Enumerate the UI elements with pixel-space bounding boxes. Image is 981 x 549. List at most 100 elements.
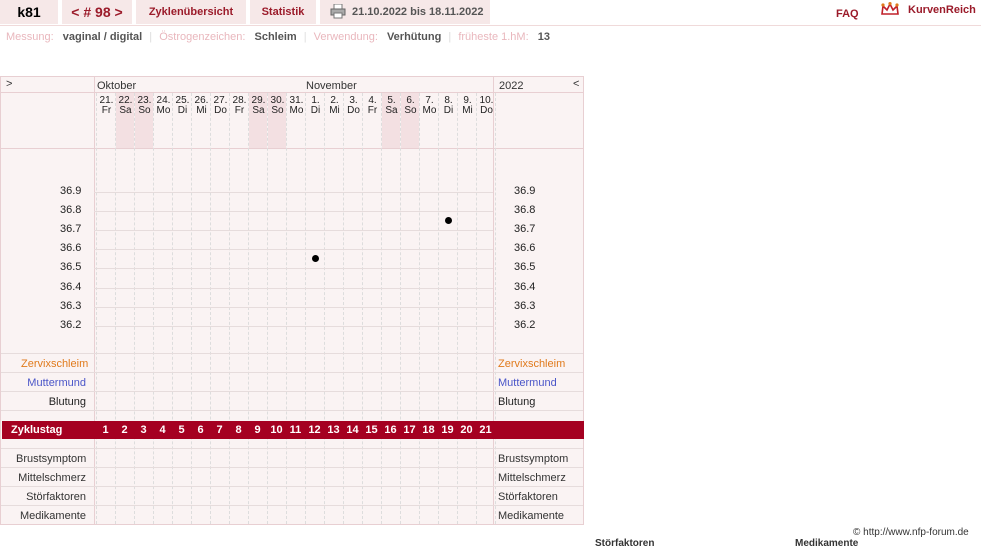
day-header[interactable]: 1. Di [306, 96, 325, 116]
left-panel-border [94, 77, 95, 524]
measurement-value: vaginal / digital [62, 31, 143, 43]
earliest-value: 13 [537, 31, 550, 43]
cycle-day-number: 9 [254, 424, 261, 436]
day-gridline [419, 93, 420, 524]
temperature-point[interactable] [445, 217, 452, 225]
measurement-label: Messung: [6, 31, 54, 43]
day-header[interactable]: 30. So [268, 96, 287, 116]
earliest-label: früheste 1.hM: [458, 31, 529, 43]
day-header[interactable]: 6. So [401, 96, 420, 116]
weekday: So [138, 105, 151, 116]
day-gridline [324, 93, 325, 524]
day-header[interactable]: 9. Mi [458, 96, 477, 116]
cycle-day-number: 16 [384, 424, 397, 436]
temp-gridline [94, 287, 493, 289]
estrogen-label: Östrogenzeichen: [159, 31, 246, 43]
cycle-day-number: 20 [460, 424, 473, 436]
weekday: Mo [289, 105, 304, 116]
temp-gridline [94, 249, 493, 251]
usage-value: Verhütung [386, 31, 442, 43]
day-gridline [286, 93, 287, 524]
weekday: Mi [329, 105, 340, 116]
day-gridline [343, 93, 344, 524]
divider: | [448, 31, 452, 43]
day-header[interactable]: 27. Do [211, 96, 230, 116]
cycle-day-number: 18 [422, 424, 435, 436]
nav-prev-button[interactable]: > [6, 78, 12, 90]
day-header[interactable]: 8. Di [439, 96, 458, 116]
divider: | [149, 31, 153, 43]
day-header[interactable]: 24. Mo [154, 96, 173, 116]
cycle-day-label: Zyklustag [11, 424, 63, 436]
cycle-day-number: 12 [308, 424, 321, 436]
day-header[interactable]: 5. Sa [382, 96, 401, 116]
day-header[interactable]: 31. Mo [287, 96, 306, 116]
temp-label-right: 36.7 [514, 223, 536, 236]
row-label-medication: Medikamente [19, 510, 86, 522]
temp-label: 36.7 [60, 223, 82, 236]
cycle-day-number: 10 [270, 424, 283, 436]
row-label-bleeding-right: Blutung [498, 396, 536, 408]
weekday: Sa [119, 105, 132, 116]
cycle-day-number: 1 [102, 424, 109, 436]
day-gridline [476, 93, 477, 524]
day-header[interactable]: 29. Sa [249, 96, 268, 116]
weekday: Do [347, 105, 360, 116]
temp-label: 36.3 [60, 299, 82, 312]
brand-logo[interactable]: KurvenReich [908, 4, 976, 16]
day-header[interactable]: 21. Fr [97, 96, 116, 116]
nav-next-button[interactable]: < [573, 78, 579, 90]
usage-label: Verwendung: [313, 31, 378, 43]
temp-gridline [94, 306, 493, 308]
day-header[interactable]: 26. Mi [192, 96, 211, 116]
row-label-cervix-right: Muttermund [498, 377, 557, 389]
day-gridline [153, 93, 154, 524]
day-gridline [457, 93, 458, 524]
weekday: Mo [422, 105, 437, 116]
year-label: 2022 [499, 80, 524, 92]
tab-statistics[interactable]: Statistik [250, 0, 316, 24]
cycle-day-row: Zyklustag 1 2 3 4 5 6 7 8 9 10 11 12 13 14 15 16 17 18 19 2… [2, 421, 584, 439]
day-header[interactable]: 7. Mo [420, 96, 439, 116]
weekday: Di [310, 105, 321, 116]
row-divider [1, 410, 583, 411]
weekday: Do [480, 105, 493, 116]
day-header[interactable]: 4. Fr [363, 96, 382, 116]
weekday: Mo [156, 105, 171, 116]
printer-icon[interactable] [330, 3, 346, 19]
weekday: Do [214, 105, 227, 116]
row-label-mittelschmerz: Mittelschmerz [18, 472, 86, 484]
day-gridline [438, 93, 439, 524]
temp-label: 36.6 [60, 242, 82, 255]
day-header[interactable]: 22. Sa [116, 96, 135, 116]
temp-label-right: 36.9 [514, 185, 536, 197]
day-header[interactable]: 3. Do [344, 96, 363, 116]
day-header[interactable]: 10. Do [477, 96, 496, 116]
crown-icon [880, 2, 900, 18]
user-name[interactable]: k81 [0, 0, 58, 24]
day-header[interactable]: 2. Mi [325, 96, 344, 116]
faq-link[interactable]: FAQ [836, 8, 859, 20]
row-divider [1, 353, 583, 354]
top-bar: k81 < # 98 > Zyklenübersicht Statistik 2… [0, 0, 981, 26]
cycle-chart: > Oktober November 2022 < 21. Fr 22. Sa 23. S… [0, 76, 584, 525]
row-label-mittelschmerz-right: Mittelschmerz [498, 472, 566, 484]
row-label-disturbances-right: Störfaktoren [498, 491, 558, 503]
day-header[interactable]: 23. So [135, 96, 154, 116]
temperature-point[interactable] [312, 255, 319, 263]
row-divider [1, 467, 583, 468]
temp-label-right: 36.3 [514, 299, 536, 312]
temp-label: 36.8 [60, 204, 82, 217]
day-gridline [248, 93, 249, 524]
cycle-day-number: 11 [289, 424, 302, 436]
cycle-day-number: 8 [235, 424, 242, 436]
cycle-navigation[interactable]: < # 98 > [62, 0, 132, 24]
tab-cycle-overview[interactable]: Zyklenübersicht [136, 0, 246, 24]
weekday: Mi [462, 105, 473, 116]
day-gridline [172, 93, 173, 524]
month-label-november: November [306, 80, 357, 92]
day-header[interactable]: 28. Fr [230, 96, 249, 116]
day-header[interactable]: 25. Di [173, 96, 192, 116]
cycle-day-number: 3 [140, 424, 147, 436]
weekday: Di [443, 105, 454, 116]
